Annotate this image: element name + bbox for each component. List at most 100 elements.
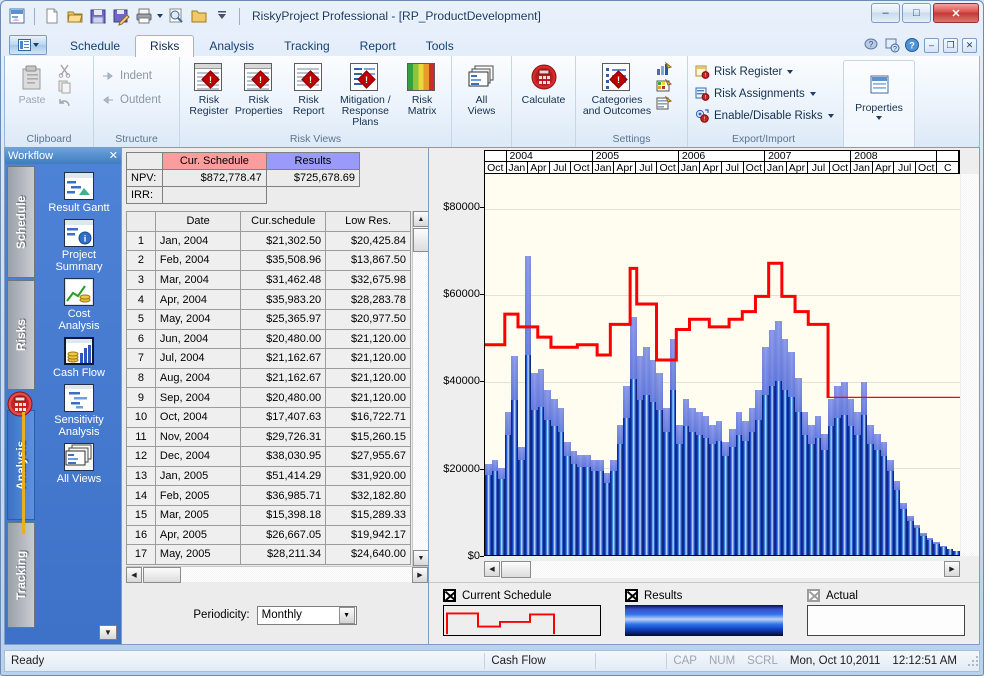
chart-hscroll-thumb[interactable]	[501, 561, 531, 578]
tab-report[interactable]: Report	[345, 35, 411, 57]
notes-icon[interactable]: ?	[884, 37, 900, 53]
chart-scroll-right-button[interactable]: ▶	[944, 561, 960, 577]
chart-vertical-scrollbar[interactable]	[961, 174, 979, 556]
categories-and-outcomes-button[interactable]: Categories and Outcomes	[580, 59, 654, 117]
table-row[interactable]: 16Apr, 2005$26,667.05$19,942.17	[127, 525, 411, 545]
qat-dropdown-icon[interactable]	[212, 6, 232, 26]
legend-checkbox-results[interactable]	[625, 589, 638, 602]
legend-checkbox-current-schedule[interactable]	[443, 589, 456, 602]
risk-properties-button[interactable]: Risk Properties	[234, 59, 284, 117]
table-row[interactable]: 4Apr, 2004$35,983.20$28,283.78	[127, 290, 411, 310]
cut-icon[interactable]	[57, 63, 71, 77]
all-views-button[interactable]: All Views	[456, 59, 507, 117]
sidebar-tab-analysis[interactable]: Analysis	[7, 410, 35, 520]
table-row[interactable]: 1Jan, 2004$21,302.50$20,425.84	[127, 231, 411, 251]
col-index[interactable]	[127, 212, 156, 232]
print-icon[interactable]	[134, 6, 154, 26]
table-row[interactable]: 8Aug, 2004$21,162.67$21,120.00	[127, 368, 411, 388]
table-row[interactable]: 6Jun, 2004$20,480.00$21,120.00	[127, 329, 411, 349]
chevron-down-icon[interactable]	[810, 92, 816, 96]
export-report-icon[interactable]	[656, 96, 670, 110]
table-row[interactable]: 9Sep, 2004$20,480.00$21,120.00	[127, 388, 411, 408]
table-vertical-scrollbar[interactable]: ▲ ▼	[412, 211, 428, 566]
legend-checkbox-actual[interactable]	[807, 589, 820, 602]
properties-button[interactable]: Properties	[850, 67, 908, 120]
sidebar-item-project-summary[interactable]: i Project Summary	[39, 219, 119, 273]
table-row[interactable]: 10Oct, 2004$17,407.63$16,722.71	[127, 407, 411, 427]
workflow-scroll-down-button[interactable]: ▼	[99, 625, 117, 640]
table-row[interactable]: 7Jul, 2004$21,162.67$21,120.00	[127, 349, 411, 369]
help-icon[interactable]: ?	[904, 37, 920, 53]
table-row[interactable]: 3Mar, 2004$31,462.48$32,675.98	[127, 270, 411, 290]
table-row[interactable]: 15Mar, 2005$15,398.18$15,289.33	[127, 505, 411, 525]
table-row[interactable]: 5May, 2004$25,365.97$20,977.50	[127, 309, 411, 329]
doc-minimize-button[interactable]: –	[924, 38, 939, 53]
table-row[interactable]: 17May, 2005$28,211.34$24,640.00	[127, 545, 411, 565]
help-balloon-icon[interactable]: ?	[864, 37, 880, 53]
risk-register-button[interactable]: Risk Register	[184, 59, 234, 117]
sidebar-tab-tracking[interactable]: Tracking	[7, 522, 35, 628]
open-icon[interactable]	[65, 6, 85, 26]
risk-register-export-button[interactable]: ! Risk Register	[692, 63, 796, 81]
chevron-down-icon[interactable]	[787, 70, 793, 74]
table-row[interactable]: 11Nov, 2004$29,726.31$15,260.15	[127, 427, 411, 447]
table-row[interactable]: 13Jan, 2005$51,414.29$31,920.00	[127, 466, 411, 486]
export-chart-icon[interactable]	[656, 62, 670, 76]
table-horizontal-scrollbar[interactable]: ◀ ▶	[126, 566, 428, 582]
col-date[interactable]: Date	[155, 212, 240, 232]
tab-risks[interactable]: Risks	[135, 35, 194, 57]
table-row[interactable]: 14Feb, 2005$36,985.71$32,182.80	[127, 486, 411, 506]
close-button[interactable]: ✕	[933, 3, 979, 23]
calculate-button[interactable]: Calculate	[516, 59, 571, 106]
new-icon[interactable]	[42, 6, 62, 26]
sidebar-item-cash-flow[interactable]: Cash Flow	[39, 337, 119, 379]
tab-tracking[interactable]: Tracking	[269, 35, 345, 57]
scroll-down-button[interactable]: ▼	[413, 550, 428, 566]
resize-grip-icon[interactable]	[967, 655, 979, 667]
col-cur-schedule[interactable]: Cur.schedule	[241, 212, 326, 232]
chevron-down-icon[interactable]	[876, 116, 882, 120]
undo-icon[interactable]	[57, 95, 71, 109]
sidebar-item-sensitivity-analysis[interactable]: Sensitivity Analysis	[39, 384, 119, 438]
maximize-button[interactable]: □	[902, 3, 931, 23]
print-dropdown-icon[interactable]	[157, 14, 163, 18]
sidebar-item-cost-analysis[interactable]: Cost Analysis	[39, 278, 119, 332]
tab-tools[interactable]: Tools	[411, 35, 469, 57]
tab-analysis[interactable]: Analysis	[194, 35, 269, 57]
calculate-badge-icon[interactable]	[5, 390, 35, 418]
app-menu-button[interactable]	[9, 35, 47, 55]
sidebar-tab-risks[interactable]: Risks	[7, 280, 35, 390]
risk-matrix-button[interactable]: Risk Matrix	[397, 59, 447, 117]
periodicity-select[interactable]: Monthly ▼	[257, 606, 357, 625]
save-as-icon[interactable]	[111, 6, 131, 26]
chart-horizontal-scrollbar[interactable]: ◀ ▶	[484, 561, 960, 578]
doc-restore-button[interactable]: ❐	[943, 38, 958, 53]
scroll-up-button[interactable]: ▲	[413, 211, 428, 227]
chart-scroll-left-button[interactable]: ◀	[484, 561, 500, 577]
enable-disable-risks-button[interactable]: ! Enable/Disable Risks	[692, 107, 837, 125]
table-row[interactable]: 12Dec, 2004$38,030.95$27,955.67	[127, 447, 411, 467]
tab-schedule[interactable]: Schedule	[55, 35, 135, 57]
hscroll-thumb[interactable]	[143, 567, 181, 583]
scroll-thumb[interactable]	[413, 228, 428, 252]
save-icon[interactable]	[88, 6, 108, 26]
export-matrix-icon[interactable]	[656, 79, 670, 93]
minimize-button[interactable]: –	[871, 3, 900, 23]
sidebar-item-result-gantt[interactable]: Result Gantt	[39, 172, 119, 214]
print-preview-icon[interactable]	[166, 6, 186, 26]
scroll-right-button[interactable]: ▶	[412, 567, 428, 583]
folder-icon[interactable]	[189, 6, 209, 26]
scroll-left-button[interactable]: ◀	[126, 567, 142, 583]
mitigation-response-plans-button[interactable]: Mitigation / Response Plans	[334, 59, 398, 128]
outdent-button[interactable]: Outdent	[98, 91, 164, 109]
risk-report-button[interactable]: Risk Report	[284, 59, 334, 117]
doc-close-button[interactable]: ✕	[962, 38, 977, 53]
sidebar-item-all-views[interactable]: All Views	[39, 443, 119, 485]
chevron-down-icon[interactable]	[828, 114, 834, 118]
paste-button[interactable]: Paste	[9, 59, 55, 106]
copy-icon[interactable]	[57, 79, 71, 93]
chevron-down-icon[interactable]: ▼	[339, 607, 355, 624]
indent-button[interactable]: Indent	[98, 67, 155, 85]
workflow-close-icon[interactable]: ✕	[109, 151, 118, 162]
risk-assignments-button[interactable]: ! Risk Assignments	[692, 85, 819, 103]
